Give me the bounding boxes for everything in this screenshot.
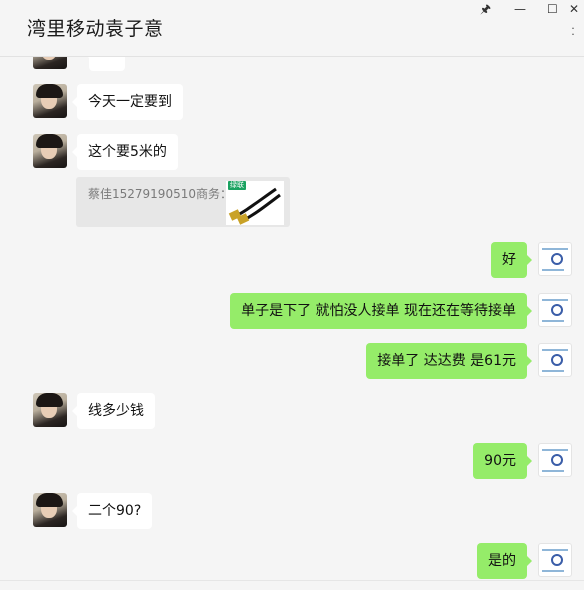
brand-badge: 绿联 — [228, 181, 246, 190]
maximize-button[interactable]: ☐ — [547, 2, 558, 16]
message-bubble[interactable]: 90元 — [473, 443, 532, 479]
chat-title: 湾里移动袁子意 — [27, 18, 164, 40]
message-bubble[interactable] — [84, 57, 125, 71]
message-bubble[interactable]: 今天一定要到 — [72, 84, 183, 120]
my-avatar[interactable] — [538, 242, 572, 276]
message-bubble[interactable]: 二个90? — [71, 493, 153, 529]
contact-avatar[interactable] — [33, 57, 67, 69]
more-vertical-icon[interactable]: · · — [568, 23, 578, 42]
message-bubble[interactable]: 这个要5米的 — [72, 134, 178, 170]
message-bubble[interactable]: 好 — [491, 242, 532, 278]
my-avatar[interactable] — [538, 543, 572, 577]
message-bubble[interactable]: 接单了 达达费 是61元 — [366, 343, 532, 379]
message-bubble[interactable]: 单子是下了 就怕没人接单 现在还在等待接单 — [230, 293, 532, 329]
chat-header: 湾里移动袁子意 🖈 — ☐ ✕ · · — [0, 0, 584, 57]
contact-avatar[interactable] — [33, 393, 67, 427]
message-bubble[interactable]: 是的 — [477, 543, 532, 579]
quoted-message-text: 蔡佳15279190510商务： — [88, 187, 232, 201]
message-list[interactable]: 今天一定要到 这个要5米的 蔡佳15279190510商务： 绿联 好 单子是下… — [0, 57, 584, 590]
contact-avatar[interactable] — [33, 134, 67, 168]
close-button[interactable]: ✕ — [569, 2, 579, 16]
minimize-button[interactable]: — — [514, 2, 526, 16]
my-avatar[interactable] — [538, 293, 572, 327]
contact-avatar[interactable] — [33, 84, 67, 118]
contact-avatar[interactable] — [33, 493, 67, 527]
quoted-message[interactable]: 蔡佳15279190510商务： 绿联 — [76, 177, 290, 227]
message-bubble[interactable]: 线多少钱 — [72, 393, 155, 429]
my-avatar[interactable] — [538, 443, 572, 477]
pin-icon[interactable]: 🖈 — [480, 2, 491, 16]
input-divider — [0, 580, 584, 581]
my-avatar[interactable] — [538, 343, 572, 377]
